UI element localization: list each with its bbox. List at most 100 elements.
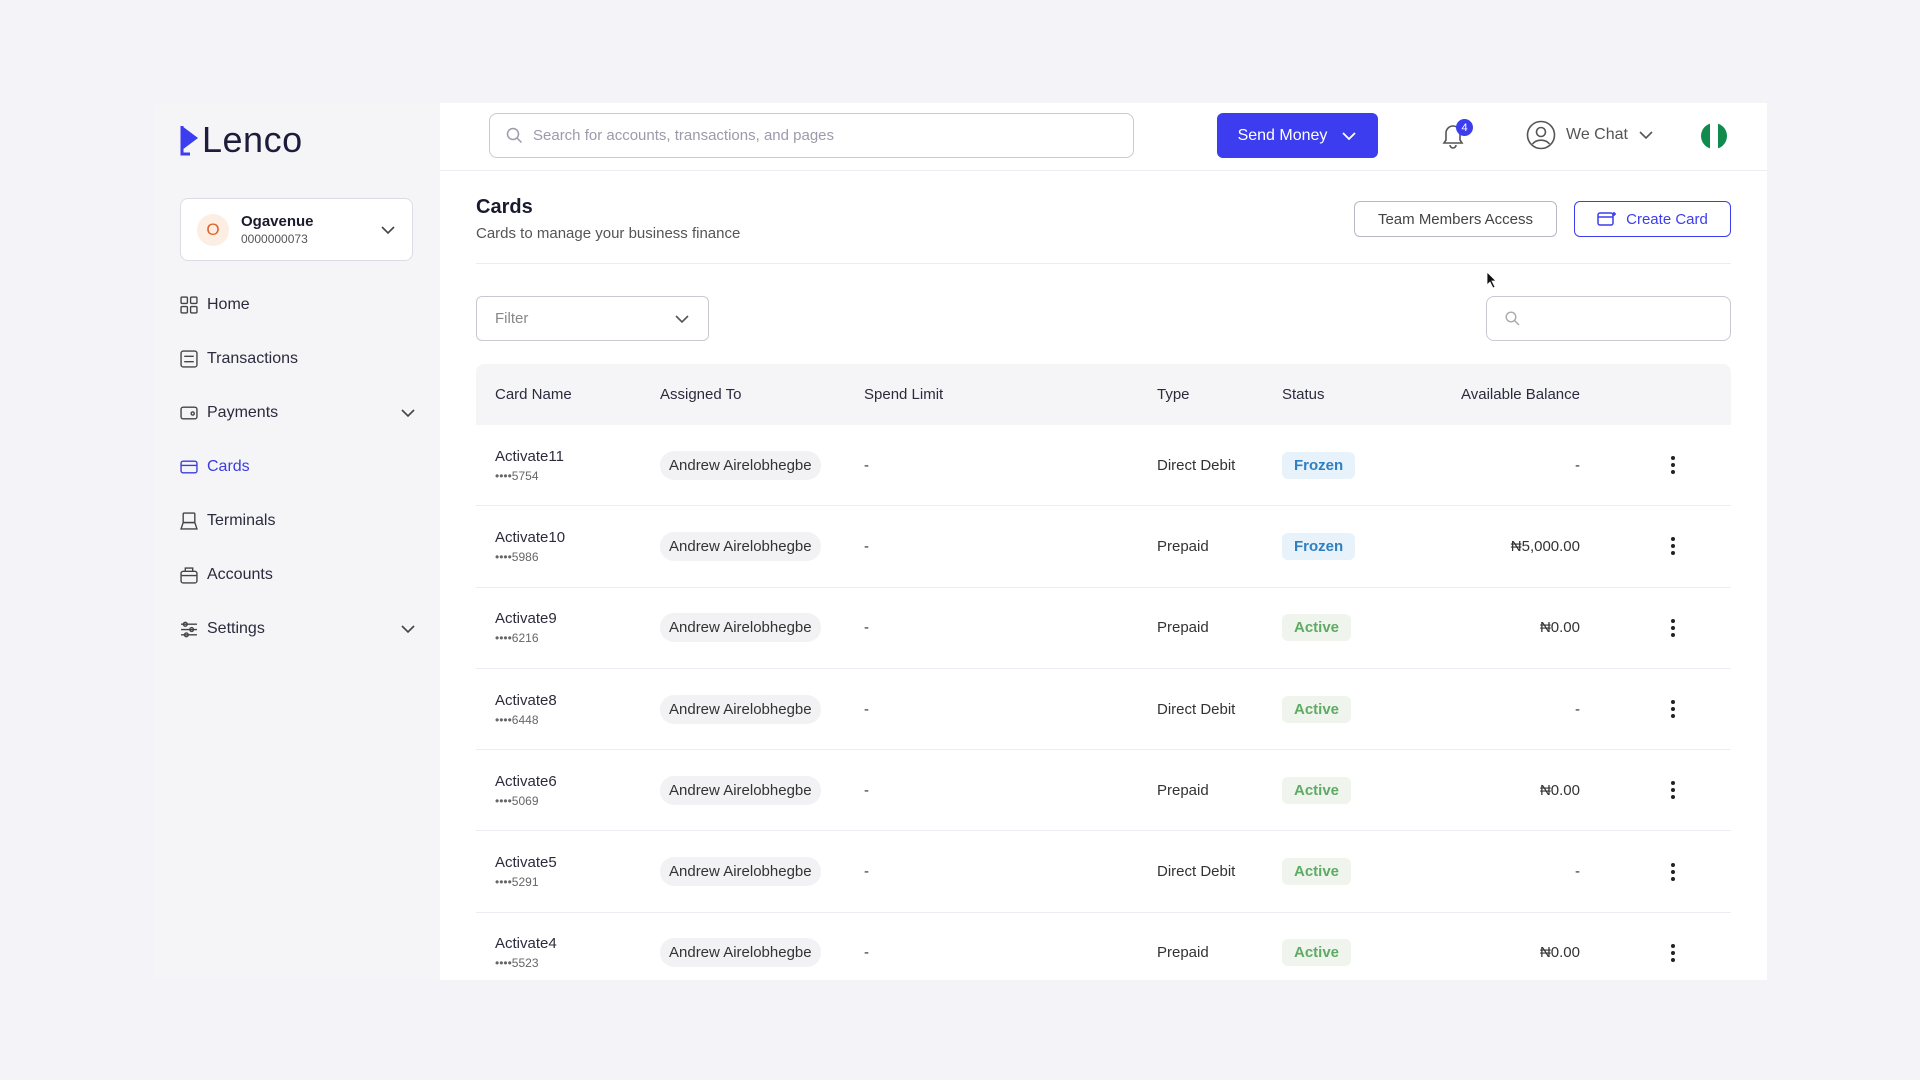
table-header: Card Name Assigned To Spend Limit Type Statu… [476, 364, 1731, 425]
country-flag-icon[interactable] [1701, 123, 1727, 149]
table-row[interactable]: Activate5 ••••5291 Andrew Airelobhegbe - Dir… [476, 831, 1731, 913]
settings-icon [181, 621, 197, 638]
card-name-cell: Activate8 ••••6448 [476, 692, 660, 727]
type-cell: Direct Debit [1157, 700, 1236, 718]
sidebar-item-label: Accounts [207, 566, 273, 583]
type-cell: Prepaid [1157, 781, 1209, 799]
chevron-down-icon [401, 625, 415, 634]
sidebar-item-label: Settings [207, 620, 265, 637]
spend-limit-cell: - [864, 781, 869, 799]
app-window: Lenco O Ogavenue 0000000073 Home Transact… [154, 103, 1767, 980]
card-name-cell: Activate10 ••••5986 [476, 529, 660, 564]
team-members-access-button[interactable]: Team Members Access [1354, 201, 1557, 237]
mouse-cursor-icon [1486, 271, 1497, 289]
status-badge: Frozen [1282, 532, 1356, 560]
status-badge: Active [1282, 776, 1352, 804]
account-avatar: O [197, 213, 229, 246]
column-header: Status [1282, 386, 1325, 403]
spend-limit-cell: - [864, 944, 869, 962]
global-search[interactable] [489, 113, 1134, 158]
account-info: Ogavenue 0000000073 [241, 213, 380, 246]
more-options-icon[interactable] [1670, 536, 1676, 556]
create-card-label: Create Card [1626, 210, 1708, 228]
table-row[interactable]: Activate10 ••••5986 Andrew Airelobhegbe - Pr… [476, 506, 1731, 588]
card-name-cell: Activate4 ••••5523 [476, 935, 660, 970]
more-options-icon[interactable] [1670, 699, 1676, 719]
sidebar-item-payments[interactable]: Payments [180, 386, 416, 440]
more-options-icon[interactable] [1670, 862, 1676, 882]
filter-dropdown[interactable]: Filter [476, 296, 709, 341]
assigned-to-cell: Andrew Airelobhegbe [660, 857, 864, 887]
table-row[interactable]: Activate8 ••••6448 Andrew Airelobhegbe - Dir… [476, 669, 1731, 751]
row-actions [1580, 699, 1731, 719]
available-balance-cell: ₦0.00 [1539, 944, 1580, 962]
sidebar-item-transactions[interactable]: Transactions [180, 332, 416, 386]
brand-logo[interactable]: Lenco [180, 119, 303, 161]
user-avatar-icon [1526, 120, 1556, 150]
create-card-button[interactable]: Create Card [1574, 201, 1731, 237]
more-options-icon[interactable] [1670, 943, 1676, 963]
status-cell: Active [1282, 614, 1407, 642]
sidebar-item-settings[interactable]: Settings [180, 602, 416, 656]
search-icon [506, 127, 523, 144]
assignee-chip: Andrew Airelobhegbe [660, 938, 821, 968]
card-name: Activate10 [495, 528, 566, 546]
assignee-chip: Andrew Airelobhegbe [660, 775, 821, 805]
user-menu[interactable]: We Chat [1526, 120, 1654, 150]
sidebar-item-terminals[interactable]: Terminals [180, 494, 416, 548]
card-number: ••••5754 [495, 468, 539, 483]
more-options-icon[interactable] [1670, 618, 1676, 638]
chevron-down-icon [381, 225, 395, 234]
logo-mark-icon [180, 126, 198, 156]
notifications-button[interactable]: 4 [1440, 119, 1473, 151]
table-row[interactable]: Activate11 ••••5754 Andrew Airelobhegbe - Di… [476, 425, 1731, 507]
search-icon [1505, 311, 1520, 326]
sidebar-item-label: Cards [207, 458, 250, 475]
assignee-chip: Andrew Airelobhegbe [660, 531, 821, 561]
send-money-label: Send Money [1237, 126, 1328, 144]
cards-table: Card Name Assigned To Spend Limit Type Statu… [476, 364, 1731, 980]
page-subtitle: Cards to manage your business finance [476, 225, 741, 242]
status-cell: Active [1282, 695, 1407, 723]
table-row[interactable]: Activate6 ••••5069 Andrew Airelobhegbe - Pre… [476, 750, 1731, 832]
row-actions [1580, 943, 1731, 963]
status-badge: Frozen [1282, 451, 1356, 479]
card-name: Activate9 [495, 610, 557, 628]
account-name: Ogavenue [241, 213, 314, 230]
more-options-icon[interactable] [1670, 455, 1676, 475]
card-number: ••••5069 [495, 793, 539, 808]
table-body: Activate11 ••••5754 Andrew Airelobhegbe - Di… [476, 425, 1731, 980]
spend-limit-cell: - [864, 700, 869, 718]
sidebar-item-cards[interactable]: Cards [180, 440, 416, 494]
row-actions [1580, 780, 1731, 800]
search-input[interactable] [533, 127, 1117, 144]
send-money-button[interactable]: Send Money [1217, 113, 1378, 158]
account-switcher[interactable]: O Ogavenue 0000000073 [180, 198, 413, 261]
spend-limit-cell: - [864, 537, 869, 555]
table-row[interactable]: Activate9 ••••6216 Andrew Airelobhegbe - Pre… [476, 588, 1731, 669]
type-cell: Direct Debit [1157, 863, 1236, 881]
more-options-icon[interactable] [1670, 780, 1676, 800]
table-row[interactable]: Activate4 ••••5523 Andrew Airelobhegbe - Pre… [476, 913, 1731, 980]
spend-limit-cell: - [864, 619, 869, 637]
row-actions [1580, 455, 1731, 475]
status-cell: Frozen [1282, 532, 1407, 560]
type-cell: Direct Debit [1157, 456, 1236, 474]
assignee-chip: Andrew Airelobhegbe [660, 694, 821, 724]
transactions-icon [180, 350, 198, 368]
sidebar: Lenco O Ogavenue 0000000073 Home Transact… [154, 103, 440, 980]
available-balance-cell: ₦5,000.00 [1510, 537, 1580, 555]
terminal-icon [180, 512, 198, 530]
table-search-input[interactable] [1486, 296, 1731, 341]
page-title: Cards [476, 196, 533, 218]
card-number: ••••5523 [495, 956, 539, 971]
status-badge: Active [1282, 614, 1352, 642]
column-header: Spend Limit [864, 386, 944, 403]
header-divider [476, 263, 1731, 264]
sidebar-item-home[interactable]: Home [180, 278, 416, 332]
row-actions [1580, 536, 1731, 556]
assigned-to-cell: Andrew Airelobhegbe [660, 938, 864, 968]
sidebar-item-accounts[interactable]: Accounts [180, 548, 416, 602]
status-badge: Active [1282, 695, 1352, 723]
spend-limit-cell: - [864, 863, 869, 881]
